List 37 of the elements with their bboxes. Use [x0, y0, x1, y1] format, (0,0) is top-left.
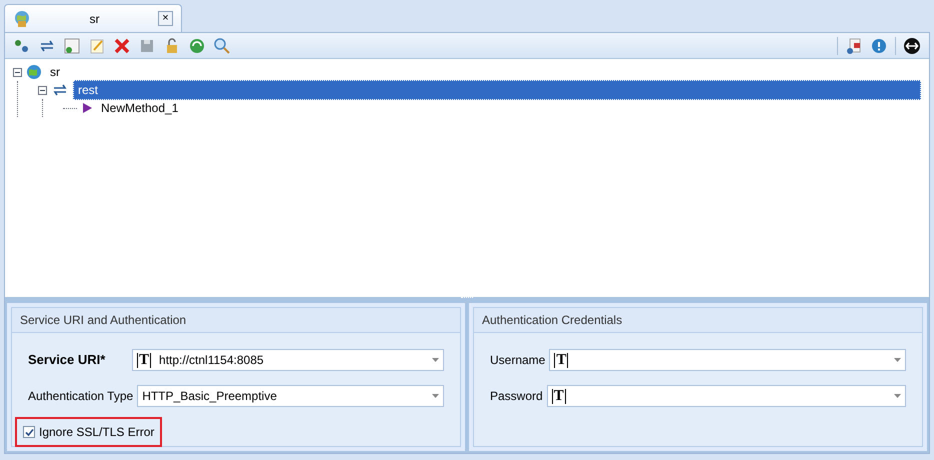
document-export-icon[interactable]	[845, 36, 863, 54]
dropdown-field[interactable]: T http://ctnl1154:8085	[132, 349, 444, 371]
checkbox-row[interactable]: Ignore SSL/TLS Error	[15, 417, 162, 447]
checkmark-icon	[24, 428, 34, 436]
document-tab[interactable]: sr ×	[4, 4, 182, 32]
dropdown-caret-icon	[894, 394, 901, 398]
panel-title: Service URI and Authentication	[12, 308, 460, 333]
collapse-toggle[interactable]	[38, 86, 47, 94]
search-icon[interactable]	[213, 36, 231, 54]
delete-icon[interactable]	[113, 36, 131, 54]
dropdown-field[interactable]: T	[549, 349, 906, 371]
field-value: HTTP_Basic_Preemptive	[142, 388, 277, 405]
triangle-icon	[81, 102, 93, 114]
tab-title: sr	[88, 10, 100, 28]
tree-item[interactable]: rest	[73, 80, 921, 100]
dropdown-field[interactable]: T	[546, 385, 906, 407]
dropdown-field[interactable]: HTTP_Basic_Preemptive	[137, 385, 444, 407]
dropdown-caret-icon	[432, 394, 439, 398]
collapse-toggle[interactable]	[13, 68, 22, 76]
tree-item[interactable]: sr	[46, 63, 64, 81]
refresh-icon[interactable]	[188, 36, 206, 54]
panel-title: Authentication Credentials	[474, 308, 922, 333]
horizontal-arrows-icon[interactable]	[903, 36, 921, 54]
tree-item[interactable]: NewMethod_1	[97, 99, 182, 117]
field-label: Authentication Type	[28, 388, 134, 405]
close-button[interactable]: ×	[158, 11, 173, 26]
dropdown-caret-icon	[432, 358, 439, 362]
globe-icon	[26, 64, 42, 80]
checkbox[interactable]	[23, 426, 35, 438]
globe-lock-icon	[13, 10, 31, 28]
field-label: Password	[490, 388, 543, 405]
cycle-arrows-icon	[51, 83, 69, 97]
field-label: Username	[490, 352, 546, 369]
dropdown-caret-icon	[894, 358, 901, 362]
field-value: http://ctnl1154:8085	[159, 352, 264, 369]
field-label: Service URI*	[28, 351, 106, 370]
code-plus-icon[interactable]	[63, 36, 81, 54]
